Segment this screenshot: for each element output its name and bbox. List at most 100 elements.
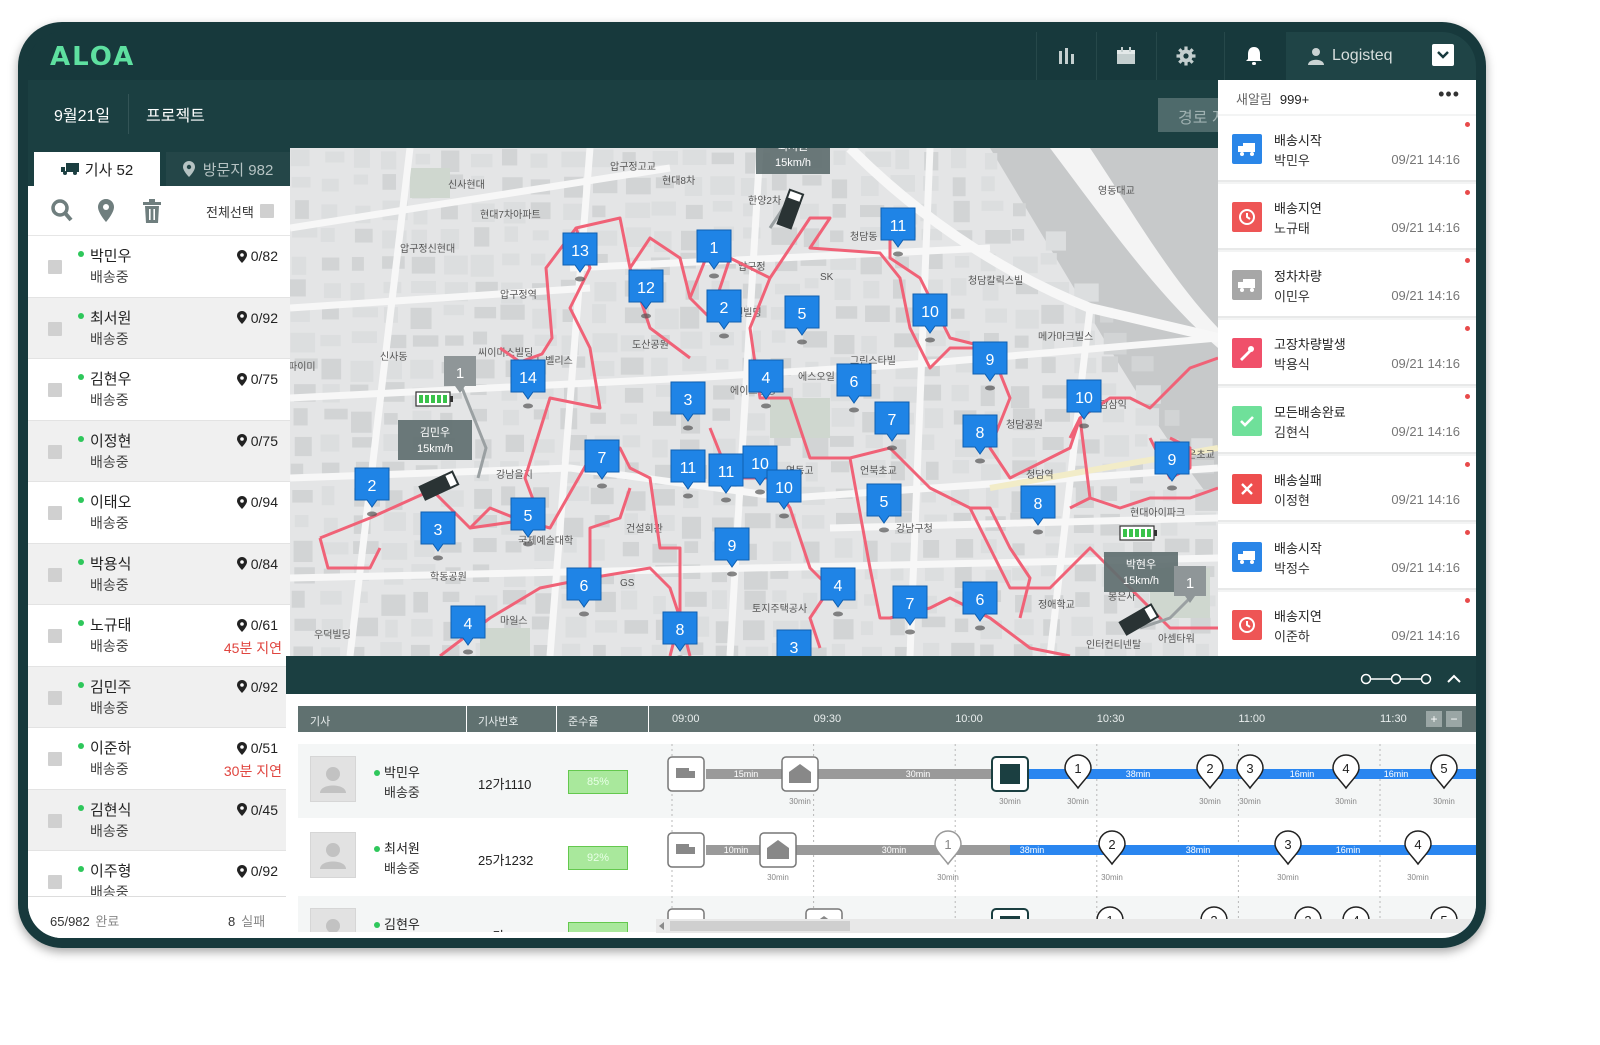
driver-checkbox[interactable]: [48, 567, 62, 582]
status-dot: [78, 251, 84, 257]
notification-item[interactable]: 배송지연 이준하 09/21 14:16: [1218, 592, 1476, 658]
select-all-checkbox[interactable]: [260, 204, 274, 218]
driver-visit-count: 0/92: [236, 310, 278, 326]
timeline-warehouse[interactable]: [759, 832, 797, 868]
driver-row[interactable]: 박용식 배송중 0/84: [28, 543, 290, 605]
user-menu[interactable]: Logisteq: [1286, 32, 1476, 80]
timeline-row[interactable]: 박민우 배송중 12가1110 85% 15min 30min 38min 16min 16mi…: [298, 744, 1476, 818]
notification-icon-box: [1232, 542, 1262, 572]
route-map[interactable]: 압구정고교 신사현대 현대8차 한양2차 현대7차아파트 압구정신현대 압구정역 청담동 압구정…: [290, 148, 1218, 656]
timeline-stop-pin[interactable]: 2: [1196, 754, 1224, 790]
timeline-row[interactable]: 최서원 배송중 25가1232 92% 10min 30min 38min 38min 16mi…: [298, 820, 1476, 894]
notification-item[interactable]: 배송시작 박정수 09/21 14:16: [1218, 524, 1476, 590]
notification-item[interactable]: 모든배송완료 김현식 09/21 14:16: [1218, 388, 1476, 454]
timeline-start-truck[interactable]: [667, 756, 705, 792]
timeline-scroll-thumb[interactable]: [670, 921, 850, 931]
user-dropdown-button[interactable]: [1432, 44, 1454, 66]
timeline-zoom-out-button[interactable]: −: [1446, 711, 1462, 727]
map-place-label: 영동대교: [1098, 185, 1135, 197]
map-place-label: 압구정고교: [610, 160, 656, 173]
fail-label: 실패: [241, 914, 266, 929]
building: [1195, 643, 1209, 656]
status-dot: [78, 743, 84, 749]
timeline-stop-pin[interactable]: 4: [1404, 830, 1432, 866]
building: [924, 408, 944, 429]
marker-number: 7: [888, 412, 897, 429]
driver-row[interactable]: 김현식 배송중 0/45: [28, 789, 290, 851]
location-pin-icon[interactable]: [94, 198, 118, 224]
search-icon[interactable]: [50, 198, 74, 224]
driver-checkbox[interactable]: [48, 260, 62, 274]
notification-item[interactable]: 정차차량 이민우 09/21 14:16: [1218, 252, 1476, 318]
building: [592, 304, 607, 324]
driver-row[interactable]: 노규태 배송중 0/61 45분 지연: [28, 605, 290, 667]
timeline-stop-pin[interactable]: 3: [1236, 754, 1264, 790]
driver-row[interactable]: 이정현 배송중 0/75: [28, 420, 290, 482]
driver-row[interactable]: 이준하 배송중 0/51 30분 지연: [28, 728, 290, 790]
driver-checkbox[interactable]: [48, 875, 62, 889]
notification-item[interactable]: 배송실패 이정현 09/21 14:16: [1218, 456, 1476, 522]
driver-row[interactable]: 이주형 배송중 0/92: [28, 851, 290, 896]
settings-button[interactable]: [1156, 32, 1214, 80]
building: [321, 178, 339, 192]
timeline-warehouse[interactable]: [781, 756, 819, 792]
notification-item[interactable]: 배송시작 박민우 09/21 14:16: [1218, 116, 1476, 182]
building: [711, 152, 735, 165]
driver-row[interactable]: 최서원 배송중 0/92: [28, 297, 290, 359]
driver-checkbox[interactable]: [48, 321, 62, 336]
building: [292, 490, 313, 503]
timeline-stop-pin[interactable]: 1: [1064, 754, 1092, 790]
calendar-button[interactable]: [1096, 32, 1154, 80]
timeline-stop-pin[interactable]: 4: [1332, 754, 1360, 790]
driver-checkbox[interactable]: [48, 690, 62, 705]
timeline-scrollbar[interactable]: [656, 919, 1476, 933]
more-icon[interactable]: •••: [1438, 84, 1460, 105]
building: [651, 201, 676, 216]
notifications-button[interactable]: [1224, 32, 1282, 80]
stats-button[interactable]: [1036, 32, 1094, 80]
timeline-zoom-control[interactable]: [1360, 672, 1470, 691]
timeline-stop-pin[interactable]: 5: [1430, 754, 1458, 790]
driver-checkbox[interactable]: [48, 383, 62, 397]
tab-drivers[interactable]: 기사 52: [34, 152, 160, 186]
date-selector[interactable]: 9월21일: [54, 102, 110, 126]
scroll-left-icon[interactable]: [658, 922, 666, 930]
driver-checkbox[interactable]: [48, 506, 62, 520]
vehicle-driver-name: 최서원: [778, 148, 808, 153]
notification-item[interactable]: 고장차량발생 박용식 09/21 14:16: [1218, 320, 1476, 386]
timeline-start-truck[interactable]: [667, 832, 705, 868]
driver-checkbox[interactable]: [48, 752, 62, 766]
driver-checkbox[interactable]: [48, 813, 62, 828]
building: [1195, 539, 1213, 556]
driver-checkbox[interactable]: [48, 629, 62, 643]
marker-number: 3: [434, 522, 443, 539]
tab-visits[interactable]: 방문지 982: [166, 152, 290, 186]
driver-row[interactable]: 박민우 배송중 0/82: [28, 236, 290, 298]
status-dot: [78, 558, 84, 565]
delivery-stop-marker[interactable]: 3: [776, 629, 812, 656]
driver-visit-count: 0/51: [236, 740, 278, 756]
driver-row[interactable]: 김현우 배송중 0/75: [28, 359, 290, 421]
driver-checkbox[interactable]: [48, 444, 62, 459]
driver-row[interactable]: 김민주 배송중 0/92: [28, 666, 290, 728]
stop-number: 4: [1414, 837, 1421, 852]
building: [653, 595, 666, 615]
driver-visit-count: 0/82: [236, 248, 278, 264]
vehicle-stop-number: 1: [1186, 575, 1194, 592]
timeline-stop-pin[interactable]: 3: [1274, 830, 1302, 866]
timeline-stop-pin[interactable]: 1: [934, 830, 962, 866]
project-selector[interactable]: 프로젝트: [146, 102, 205, 126]
timeline-zoom-in-button[interactable]: +: [1426, 711, 1442, 727]
trash-icon[interactable]: [140, 198, 164, 224]
notification-item[interactable]: 배송지연 노규태 09/21 14:16: [1218, 184, 1476, 250]
map-canvas[interactable]: 압구정고교신사현대 현대8차한양2차현대7차아파트압구정신현대압구정역 청담동압구정…: [290, 148, 1218, 656]
timeline-header-rate: 준수율: [568, 716, 599, 728]
timeline-stop-pin[interactable]: 2: [1098, 830, 1126, 866]
driver-row[interactable]: 이태오 배송중 0/94: [28, 482, 290, 544]
map-place-label: 현대8차: [662, 175, 695, 187]
building: [294, 618, 316, 631]
building: [290, 149, 310, 167]
timeline-depot[interactable]: [991, 756, 1029, 792]
building: [860, 621, 874, 636]
building: [593, 644, 606, 656]
